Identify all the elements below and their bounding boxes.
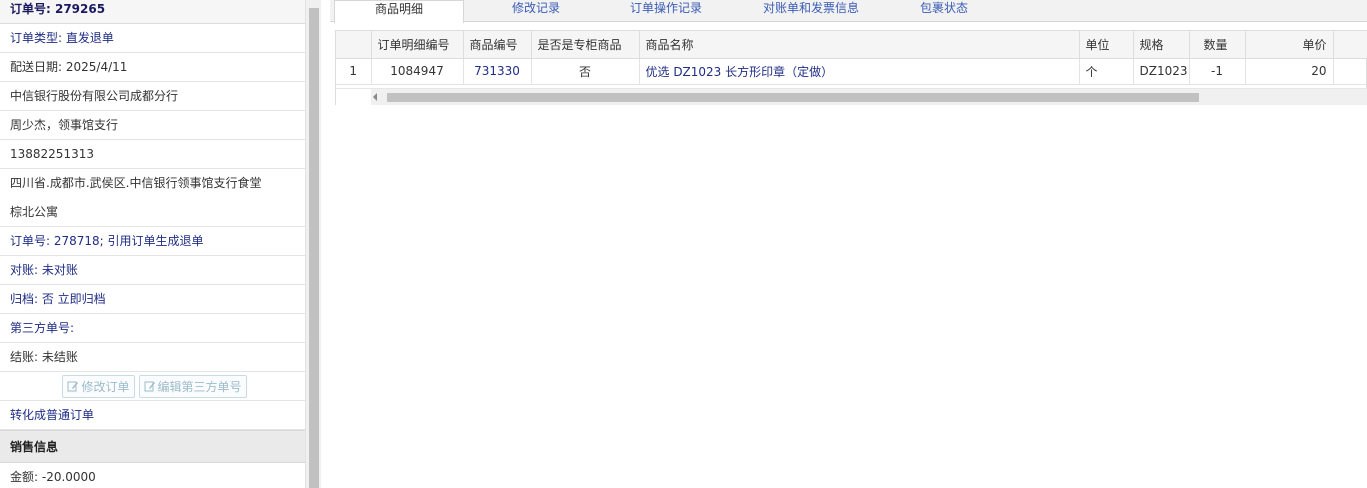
delivery-date: 配送日期: 2025/4/11: [0, 53, 305, 82]
tab-statement-invoice[interactable]: 对账单和发票信息: [738, 0, 884, 22]
archive-status[interactable]: 归档: 否 立即归档: [0, 285, 305, 314]
table-header-row: 订单明细编号 商品编号 是否是专柜商品 商品名称 单位 规格 数量 单价: [336, 31, 1367, 59]
product-name-cell[interactable]: 优选 DZ1023 长方形印章（定做）: [639, 58, 1080, 85]
tab-order-operations[interactable]: 订单操作记录: [606, 0, 726, 22]
product-grid: 订单明细编号 商品编号 是否是专柜商品 商品名称 单位 规格 数量 单价 1 1…: [335, 30, 1367, 105]
scrollbar-thumb[interactable]: [387, 93, 1199, 102]
edit-third-party-button[interactable]: 编辑第三方单号: [138, 374, 247, 398]
row-number-header: [336, 31, 372, 59]
app-root: 订单号: 279265 订单类型: 直发退单 配送日期: 2025/4/11 中…: [0, 0, 1367, 488]
edit-third-party-label: 编辑第三方单号: [157, 379, 242, 394]
tab-product-details[interactable]: 商品明细: [334, 0, 464, 23]
edit-order-button[interactable]: 修改订单: [62, 374, 135, 398]
address-line2: 棕北公寓: [0, 198, 305, 227]
spec-cell: DZ1023: [1133, 58, 1190, 85]
edit-icon: [67, 381, 79, 392]
phone-number: 13882251313: [0, 140, 305, 169]
tab-package-status[interactable]: 包裹状态: [896, 0, 992, 22]
company-name: 中信银行股份有限公司成都分行: [0, 82, 305, 111]
order-actions: 修改订单 编辑第三方单号: [0, 372, 305, 401]
column-header[interactable]: 单价: [1245, 31, 1334, 59]
column-header[interactable]: 规格: [1133, 31, 1190, 59]
reconcile-status: 对账: 未对账: [0, 256, 305, 285]
column-header[interactable]: 数量: [1189, 31, 1246, 59]
scroll-up-arrow[interactable]: [306, 0, 322, 8]
column-header[interactable]: 是否是专柜商品: [531, 31, 640, 59]
column-header[interactable]: 单位: [1079, 31, 1134, 59]
settle-status: 结账: 未结账: [0, 343, 305, 372]
horizontal-scrollbar[interactable]: [371, 88, 1367, 105]
order-info-panel: 订单号: 279265 订单类型: 直发退单 配送日期: 2025/4/11 中…: [0, 0, 305, 488]
order-type: 订单类型: 直发退单: [0, 24, 305, 53]
unit-cell: 个: [1079, 58, 1134, 85]
address-line1: 四川省.成都市.武侯区.中信银行领事馆支行食堂: [10, 176, 262, 190]
column-header[interactable]: 订单明细编号: [371, 31, 464, 59]
reference-order[interactable]: 订单号: 278718; 引用订单生成退单: [0, 227, 305, 256]
detail-panel: 商品明细 修改记录 订单操作记录 对账单和发票信息 包裹状态 订单明细编号 商品…: [330, 0, 1367, 488]
column-header[interactable]: 商品编号: [463, 31, 532, 59]
detail-id-cell: 1084947: [371, 58, 464, 85]
tab-change-log[interactable]: 修改记录: [480, 0, 592, 22]
filler-cell: [1333, 58, 1367, 85]
contact-name: 周少杰，领事馆支行: [0, 111, 305, 140]
edit-order-label: 修改订单: [81, 379, 130, 394]
column-header[interactable]: 商品名称: [639, 31, 1080, 59]
filler-header: [1333, 31, 1367, 59]
tab-bar: 商品明细 修改记录 订单操作记录 对账单和发票信息 包裹状态: [330, 0, 1367, 23]
scrollbar-thumb[interactable]: [309, 8, 319, 488]
order-number-header: 订单号: 279265: [0, 0, 305, 24]
left-scrollbar[interactable]: [305, 0, 321, 488]
sales-info-section: 销售信息: [0, 430, 305, 463]
amount: 金额: -20.0000: [0, 463, 305, 488]
row-number: 1: [336, 58, 372, 85]
third-party-number: 第三方单号:: [0, 314, 305, 343]
scroll-left-arrow[interactable]: [373, 93, 377, 101]
product-id-cell[interactable]: 731330: [463, 58, 532, 85]
product-table: 订单明细编号 商品编号 是否是专柜商品 商品名称 单位 规格 数量 单价 1 1…: [336, 31, 1367, 85]
edit-icon: [144, 381, 155, 392]
table-row[interactable]: 1 1084947 731330 否 优选 DZ1023 长方形印章（定做） 个…: [336, 58, 1367, 85]
convert-to-normal-order[interactable]: 转化成普通订单: [0, 401, 305, 430]
unit-price-cell: 20: [1245, 58, 1334, 85]
counter-product-cell: 否: [531, 58, 640, 85]
quantity-cell: -1: [1189, 58, 1246, 85]
grid-scroll-corner: [336, 88, 371, 105]
